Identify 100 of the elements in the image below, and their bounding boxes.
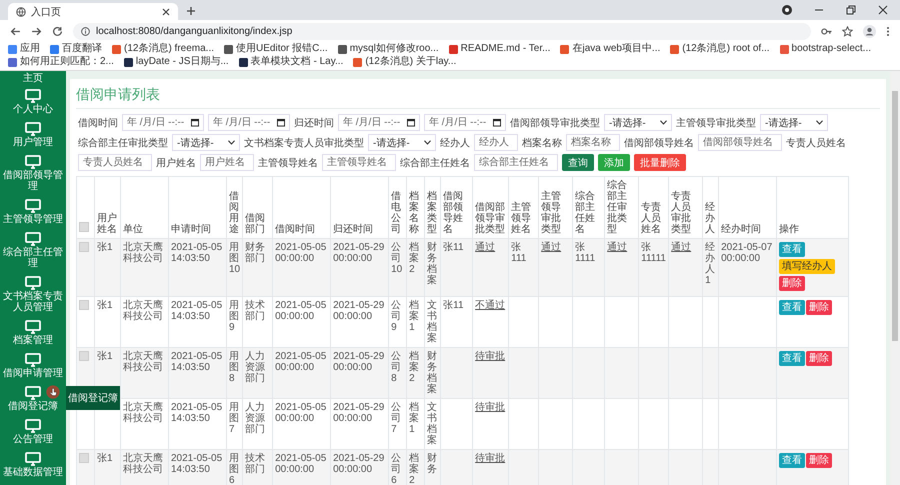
filter-label: 档案名称 — [522, 136, 562, 150]
filter-label: 文书档案专责人员审批类型 — [244, 136, 364, 150]
forward-icon[interactable] — [31, 26, 42, 36]
table-cell: 张11 — [440, 238, 473, 296]
sidebar-item[interactable]: 档案管理 — [0, 317, 66, 350]
sidebar-item[interactable]: 借阅部领导管理 — [0, 152, 66, 196]
text-field[interactable]: 综合部主任姓名 — [474, 154, 558, 171]
key-icon[interactable] — [821, 26, 832, 36]
bookmark-link[interactable]: 在java web项目中... — [560, 43, 660, 55]
url-field[interactable]: localhost:8080/danganguanlixitong/index.jsp — [73, 22, 811, 40]
text-field[interactable]: 主管领导姓名 — [322, 154, 396, 171]
browser-tab[interactable]: 入口页 — [8, 3, 178, 20]
table-cell: 通过 — [472, 238, 509, 296]
table-cell: 2021-05-07 00:00:00 — [718, 238, 777, 296]
back-icon[interactable] — [10, 26, 21, 36]
row-action-button[interactable]: 删除 — [806, 351, 832, 366]
row-action-button[interactable]: 删除 — [779, 276, 806, 291]
bookmark-link[interactable]: 百度翻译 — [50, 43, 102, 55]
text-field[interactable]: 用户姓名 — [200, 154, 254, 171]
table-cell: 财务档案 — [424, 348, 441, 398]
table-cell: 北京天鹰科技公司 — [120, 238, 168, 296]
caret-icon — [816, 120, 823, 125]
select-field[interactable]: -请选择- — [604, 114, 672, 131]
select-field[interactable]: -请选择- — [172, 134, 240, 151]
table-cell: 2021-05-29 00:00:00 — [330, 450, 389, 485]
row-action-button[interactable]: 查看 — [779, 242, 806, 257]
table-cell: 2021-05-05 00:00:00 — [272, 450, 331, 485]
row-action-button[interactable]: 删除 — [806, 453, 832, 468]
bookmark-link[interactable]: bootstrap-select... — [780, 43, 872, 55]
bookmark-link[interactable]: 使用UEditor 报错C... — [224, 43, 328, 55]
close-icon[interactable] — [162, 8, 170, 16]
filter-label: 归还时间 — [294, 116, 334, 130]
table-cell: 用图6 — [226, 450, 243, 485]
row-action-button[interactable]: 查看 — [779, 453, 806, 468]
restore-icon[interactable] — [846, 5, 856, 15]
filter-button[interactable]: 添加 — [598, 154, 630, 171]
bookmark-link[interactable]: layDate - JS日期与... — [124, 56, 229, 68]
submenu-item[interactable]: 借阅登记簿 — [66, 386, 120, 410]
sidebar-item[interactable]: 公告管理 — [0, 416, 66, 449]
checkbox[interactable] — [79, 300, 89, 310]
sidebar-item[interactable]: 借阅申请管理 — [0, 350, 66, 383]
row-action-button[interactable]: 查看 — [779, 300, 806, 315]
menu-icon[interactable] — [886, 26, 890, 36]
star-icon[interactable] — [842, 26, 853, 36]
date-field[interactable]: 年 /月/日 --:-- — [208, 114, 290, 131]
scrollbar-thumb[interactable] — [892, 91, 898, 341]
filter-button[interactable]: 批量删除 — [634, 154, 686, 171]
bookmark-link[interactable]: 表单模块文档 - Lay... — [238, 56, 344, 68]
table-cell: 公司6 — [388, 450, 407, 485]
table-cell: 通过 — [668, 238, 703, 296]
sidebar-item[interactable]: 主页 — [0, 71, 66, 86]
bookmark-link[interactable]: (12条消息) root of... — [670, 43, 770, 55]
calendar-icon[interactable] — [493, 118, 501, 127]
text-field[interactable]: 专责人员姓名 — [78, 154, 152, 171]
filter-button[interactable]: 查询 — [562, 154, 594, 171]
text-field[interactable]: 档案名称 — [566, 134, 620, 151]
table-cell: 通过 — [604, 238, 639, 296]
reload-icon[interactable] — [52, 26, 63, 36]
checkbox[interactable] — [79, 222, 89, 232]
checkbox[interactable] — [79, 242, 89, 252]
date-field[interactable]: 年 /月/日 --:-- — [424, 114, 506, 131]
checkbox[interactable] — [79, 351, 89, 361]
close-icon[interactable] — [878, 5, 888, 15]
sidebar-item[interactable]: 个人中心 — [0, 86, 66, 119]
filter-label: 经办人 — [440, 136, 470, 150]
new-tab-icon[interactable] — [186, 6, 196, 16]
date-field[interactable]: 年 /月/日 --:-- — [338, 114, 420, 131]
filter-label: 借阅部领导姓名 — [624, 136, 694, 150]
column-header: 档案类型 — [424, 176, 441, 238]
calendar-icon[interactable] — [407, 118, 415, 127]
bookmark-link[interactable]: (12条消息) 关于lay... — [353, 56, 456, 68]
date-field[interactable]: 年 /月/日 --:-- — [122, 114, 204, 131]
caret-icon — [228, 140, 235, 145]
bookmark-link[interactable]: (12条消息) freema... — [112, 43, 214, 55]
info-icon — [81, 26, 90, 36]
profile-icon[interactable] — [863, 24, 876, 38]
bookmark-link[interactable]: 应用 — [8, 43, 40, 55]
calendar-icon[interactable] — [191, 118, 199, 127]
calendar-icon[interactable] — [277, 118, 285, 127]
text-field[interactable]: 借阅部领导姓名 — [698, 134, 782, 151]
sidebar-item[interactable]: 综合部主任管理 — [0, 229, 66, 273]
checkbox[interactable] — [79, 453, 89, 463]
select-field[interactable]: -请选择- — [368, 134, 436, 151]
table-cell: 北京天鹰科技公司 — [120, 348, 168, 398]
bookmark-link[interactable]: 如何用正则匹配：2... — [8, 56, 114, 68]
sidebar-item[interactable]: 借阅登记簿 — [0, 383, 66, 416]
sidebar-item[interactable]: 文书档案专责人员管理 — [0, 273, 66, 317]
scrollbar[interactable] — [890, 71, 900, 485]
table-cell: 张1 — [94, 238, 120, 296]
select-field[interactable]: -请选择- — [760, 114, 828, 131]
sidebar-item[interactable]: 用户管理 — [0, 119, 66, 152]
row-action-button[interactable]: 删除 — [806, 300, 832, 315]
row-action-button[interactable]: 查看 — [779, 351, 806, 366]
record-icon[interactable] — [782, 5, 792, 15]
sidebar-item[interactable]: 基础数据管理 — [0, 449, 66, 482]
bookmark-link[interactable]: mysql如何修改roo... — [338, 43, 439, 55]
bookmark-link[interactable]: README.md - Ter... — [448, 43, 550, 55]
sidebar-item[interactable]: 主管领导管理 — [0, 196, 66, 229]
row-action-button[interactable]: 填写经办人 — [779, 259, 836, 274]
text-field[interactable]: 经办人 — [474, 134, 518, 151]
